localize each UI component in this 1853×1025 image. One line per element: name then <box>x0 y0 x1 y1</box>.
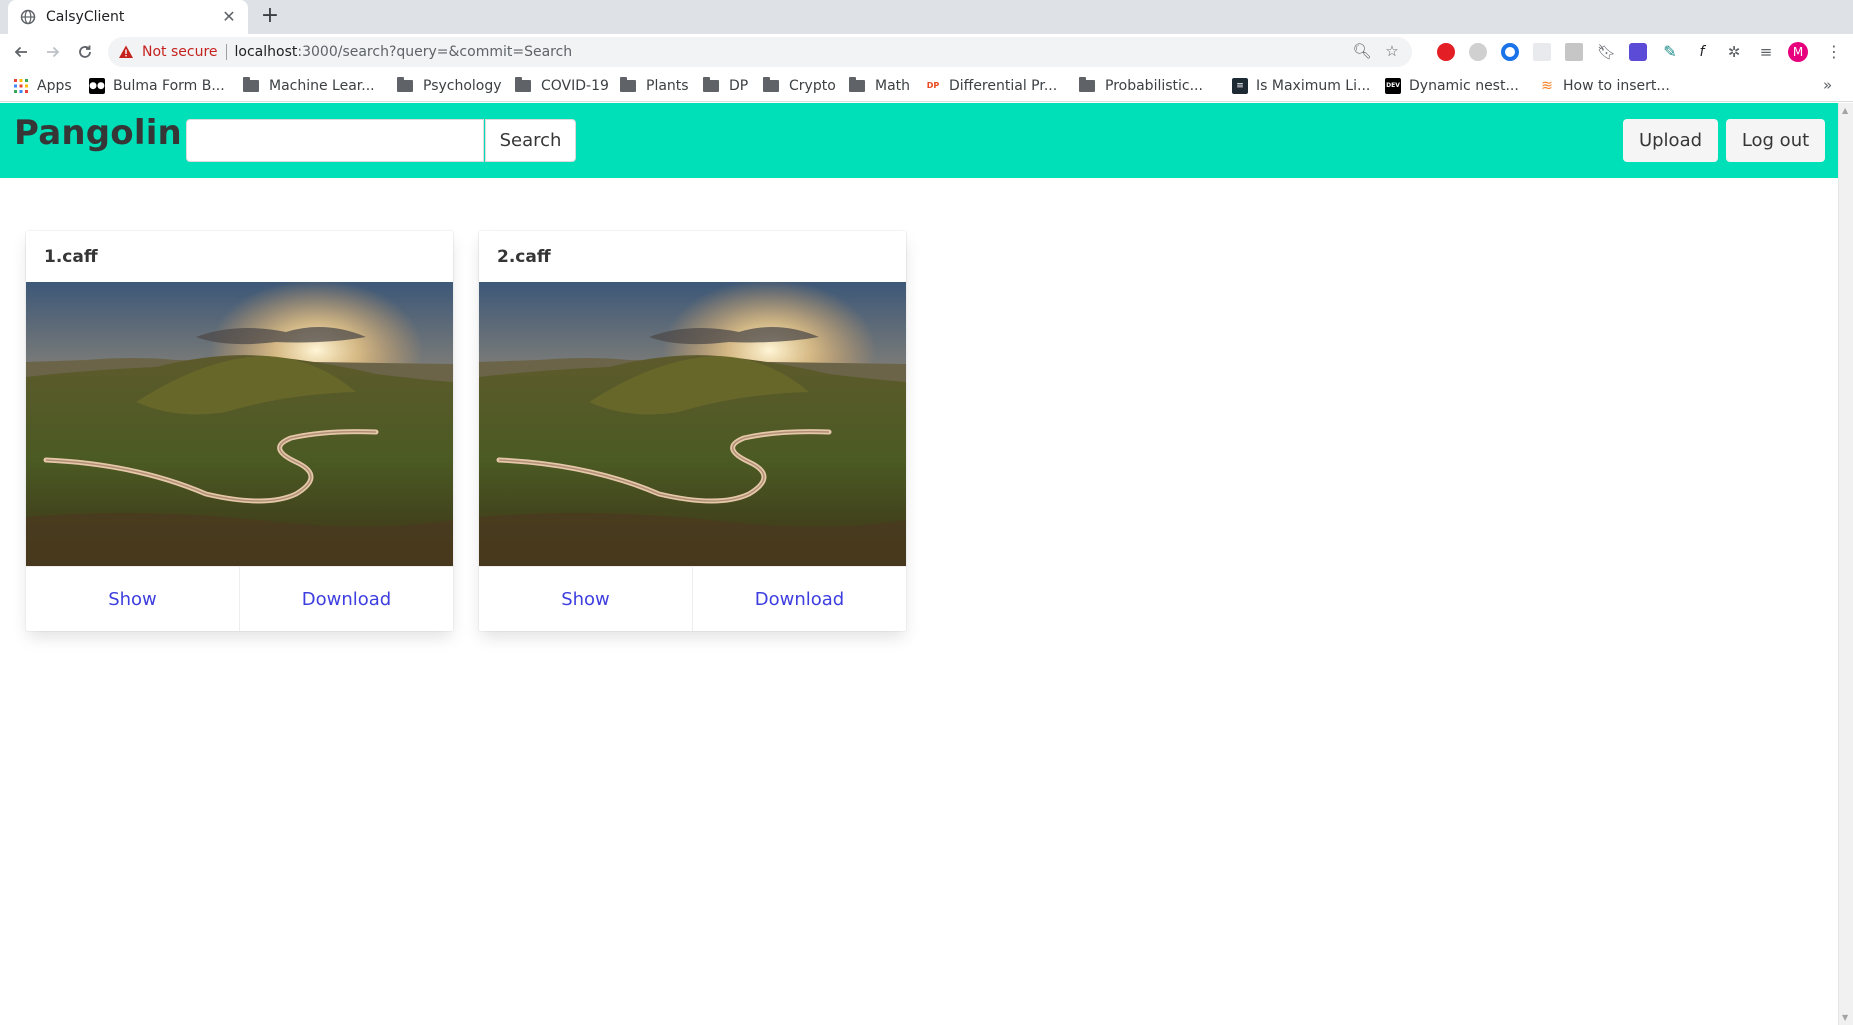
bookmark-bulma-form[interactable]: ●● Bulma Form B... <box>89 77 225 95</box>
bookmark-folder-psychology[interactable]: Psychology <box>397 77 502 95</box>
folder-icon <box>397 77 413 92</box>
bookmark-list-icon[interactable]: 🔖︎ <box>1597 43 1616 61</box>
dev-icon: DEV <box>1385 78 1401 94</box>
folder-icon <box>849 77 865 92</box>
bookmark-label: Probabilistic... <box>1105 78 1203 94</box>
stackoverflow-icon: ≋ <box>1541 78 1553 94</box>
bookmark-maximum-likelihood[interactable]: ≡ Is Maximum Li... <box>1232 77 1370 95</box>
extension-circle-icon[interactable] <box>1501 43 1519 61</box>
tab-title: CalsyClient <box>46 9 125 25</box>
bookmark-label: Is Maximum Li... <box>1256 78 1371 94</box>
bookmark-folder-dp[interactable]: DP <box>703 77 748 95</box>
app-navbar: Pangolin Search Upload Log out <box>0 103 1838 178</box>
show-link[interactable]: Show <box>26 567 239 631</box>
bookmark-label: Psychology <box>423 78 502 94</box>
extension-highlighter-icon[interactable]: ✎ <box>1661 43 1679 61</box>
search-button[interactable]: Search <box>485 119 576 162</box>
profile-avatar[interactable]: M <box>1788 42 1808 62</box>
reading-list-icon[interactable]: ≡ <box>1757 43 1775 61</box>
address-separator <box>225 44 227 60</box>
warning-icon <box>119 45 133 58</box>
folder-icon <box>703 77 719 92</box>
extension-adblock-icon[interactable] <box>1437 43 1455 61</box>
close-tab-icon[interactable]: ✕ <box>220 8 238 26</box>
folder-icon <box>243 77 259 92</box>
back-arrow-icon[interactable] <box>9 40 33 64</box>
bookmark-folder-math[interactable]: Math <box>849 77 910 95</box>
zoom-icon[interactable]: 🔍︎ <box>1352 42 1372 60</box>
upload-button[interactable]: Upload <box>1623 119 1718 162</box>
folder-icon <box>763 77 779 92</box>
card-footer: Show Download <box>26 566 453 631</box>
bookmark-folder-probabilistic[interactable]: Probabilistic... <box>1079 77 1203 95</box>
bookmark-label: Bulma Form B... <box>113 78 225 94</box>
brand-logo[interactable]: Pangolin <box>14 113 182 153</box>
browser-toolbar: Not secure localhost:3000/search?query=&… <box>0 34 1853 70</box>
landscape-thumbnail <box>479 282 906 566</box>
url-host: localhost <box>234 44 298 60</box>
card-footer: Show Download <box>479 566 906 631</box>
browser-menu-icon[interactable]: ⋮ <box>1826 42 1842 61</box>
extension-formula-icon[interactable]: f <box>1693 43 1711 61</box>
address-bar[interactable]: Not secure localhost:3000/search?query=&… <box>108 37 1412 67</box>
browser-tabstrip: CalsyClient ✕ + <box>0 0 1853 34</box>
bookmark-label: Plants <box>646 78 689 94</box>
card-title: 2.caff <box>479 231 906 282</box>
download-link[interactable]: Download <box>239 567 453 631</box>
extension-tile-icon[interactable] <box>1565 43 1583 61</box>
extension-gray-icon[interactable] <box>1469 43 1487 61</box>
scroll-up-icon[interactable]: ▲ <box>1842 106 1848 115</box>
folder-icon <box>1079 77 1095 92</box>
forward-arrow-icon[interactable] <box>41 40 65 64</box>
bookmark-folder-crypto[interactable]: Crypto <box>763 77 836 95</box>
bookmark-star-icon[interactable]: ☆ <box>1382 42 1402 60</box>
search-input[interactable] <box>186 119 484 162</box>
bookmarks-bar: Apps ●● Bulma Form B... Machine Lear... … <box>0 70 1853 102</box>
folder-icon <box>620 77 636 92</box>
bookmark-label: COVID-19 <box>541 78 609 94</box>
card-title: 1.caff <box>26 231 453 282</box>
bookmark-label: Differential Pr... <box>949 78 1058 94</box>
download-link[interactable]: Download <box>692 567 906 631</box>
bookmark-folder-plants[interactable]: Plants <box>620 77 689 95</box>
bookmark-folder-machine-learning[interactable]: Machine Lear... <box>243 77 375 95</box>
browser-tab[interactable]: CalsyClient ✕ <box>8 0 248 34</box>
file-card: 2.caff Show Download <box>479 231 906 631</box>
bookmark-label: Apps <box>37 78 72 94</box>
url-path: :3000/search?query=&commit=Search <box>297 44 573 60</box>
bookmark-differential-privacy[interactable]: DP Differential Pr... <box>925 77 1057 95</box>
bookmark-label: DP <box>729 78 749 94</box>
security-label[interactable]: Not secure <box>142 44 218 60</box>
scroll-down-icon[interactable]: ▼ <box>1842 1013 1848 1022</box>
extension-graduation-icon[interactable] <box>1629 43 1647 61</box>
page-scrollbar[interactable]: ▲ ▼ <box>1838 103 1853 1025</box>
bookmark-label: Math <box>875 78 911 94</box>
bookmark-label: How to insert... <box>1563 78 1670 94</box>
stackexchange-icon: ≡ <box>1232 78 1248 94</box>
medium-icon: ●● <box>89 78 105 94</box>
more-bookmarks-icon[interactable]: » <box>1823 76 1832 94</box>
bookmark-apps[interactable]: Apps <box>13 77 72 95</box>
extension-doc-icon[interactable] <box>1533 43 1551 61</box>
bookmark-dynamic-nested[interactable]: DEV Dynamic nest... <box>1385 77 1519 95</box>
show-link[interactable]: Show <box>479 567 692 631</box>
file-card: 1.caff Show Download <box>26 231 453 631</box>
bookmark-how-to-insert[interactable]: ≋ How to insert... <box>1539 77 1670 95</box>
bookmark-label: Machine Lear... <box>269 78 375 94</box>
app-viewport: Pangolin Search Upload Log out 1.caff Sh… <box>0 103 1838 1025</box>
reload-icon[interactable] <box>73 40 97 64</box>
new-tab-icon[interactable]: + <box>258 5 282 29</box>
apps-grid-icon <box>14 79 28 93</box>
logout-button[interactable]: Log out <box>1726 119 1825 162</box>
dp-site-icon: DP <box>926 81 940 90</box>
bookmark-folder-covid19[interactable]: COVID-19 <box>515 77 609 95</box>
folder-icon <box>515 77 531 92</box>
bookmark-label: Dynamic nest... <box>1409 78 1519 94</box>
landscape-thumbnail <box>26 282 453 566</box>
globe-icon <box>20 9 36 25</box>
extensions-puzzle-icon[interactable]: ✲ <box>1725 43 1743 61</box>
bookmark-label: Crypto <box>789 78 836 94</box>
